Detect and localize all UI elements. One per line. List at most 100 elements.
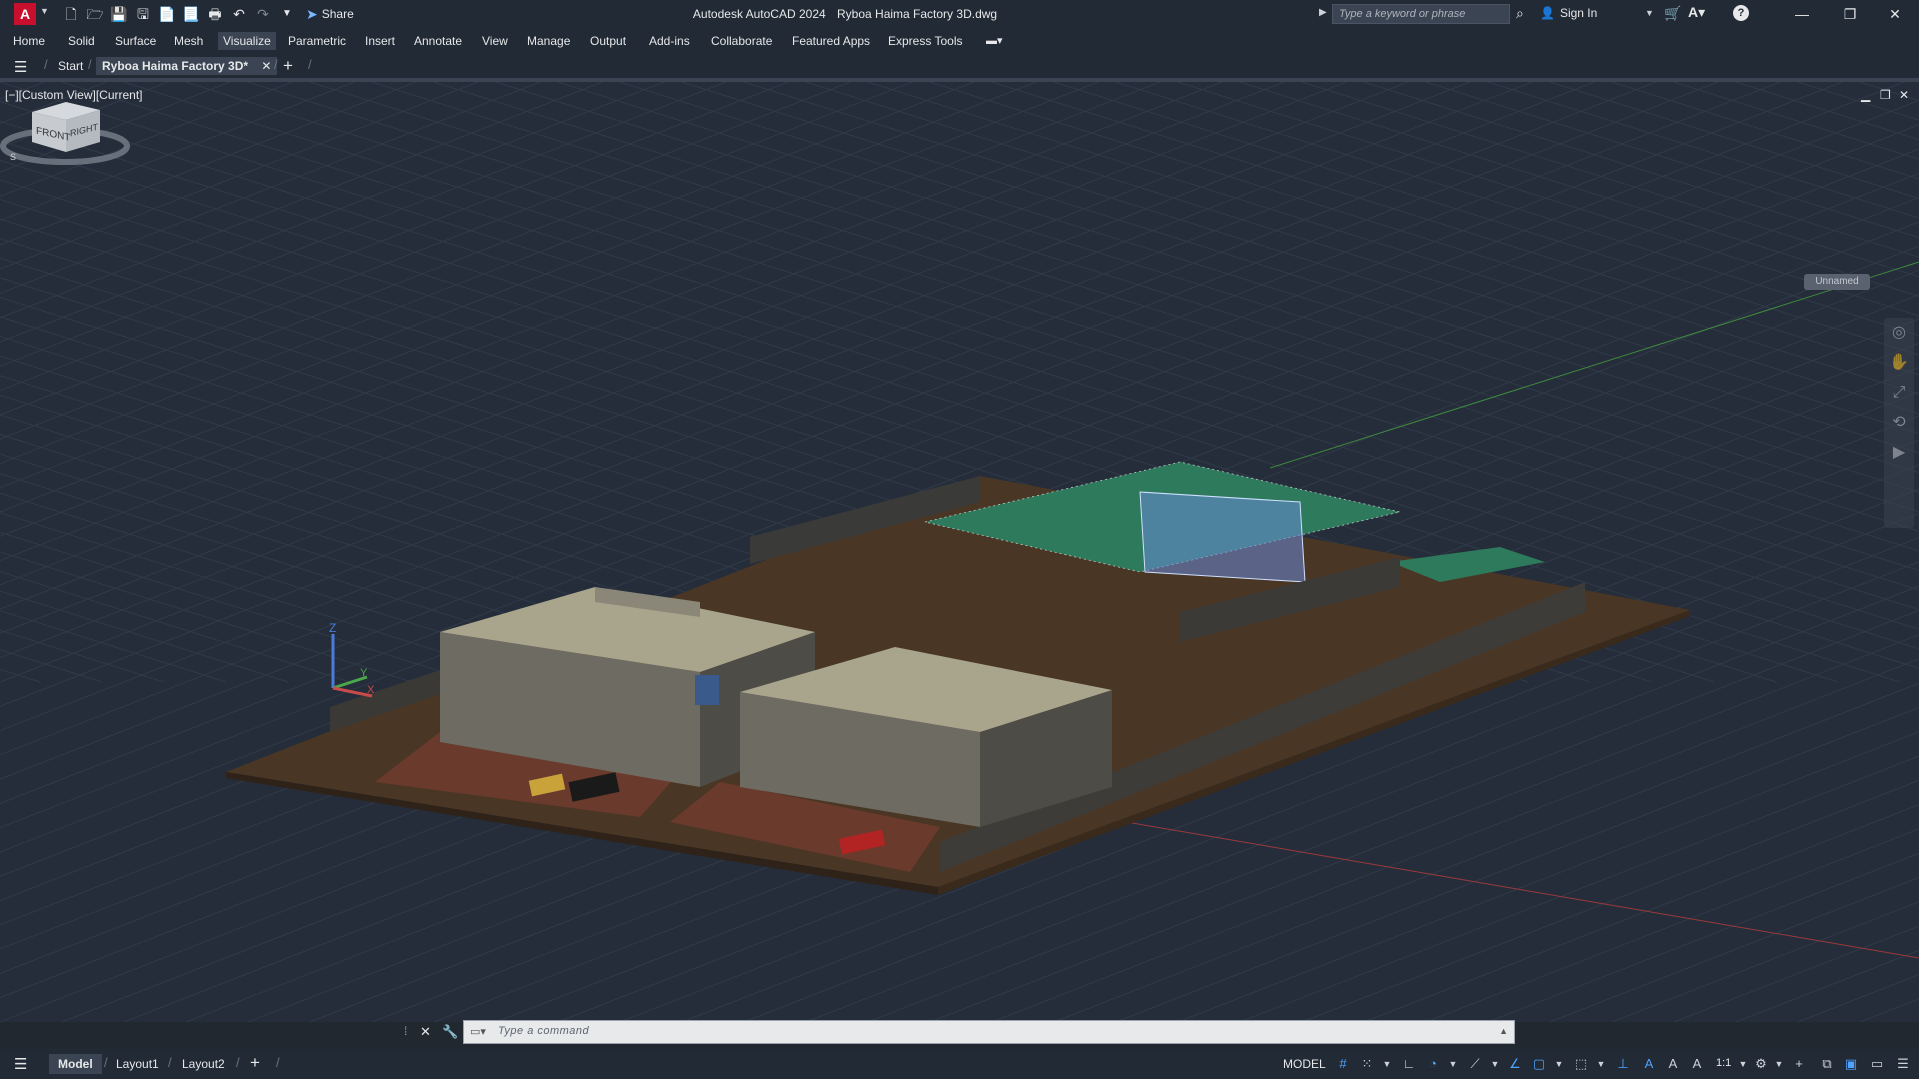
close-tab-icon[interactable]: ✕ — [261, 59, 271, 73]
grid-line — [1735, 949, 1919, 1022]
tab-view[interactable]: View — [477, 32, 513, 50]
viewcube-compass-s[interactable]: S — [10, 152, 16, 162]
sign-in-button[interactable]: 👤 Sign In — [1540, 6, 1597, 20]
tab-mesh[interactable]: Mesh — [169, 32, 208, 50]
tab-separator: / — [104, 1055, 108, 1070]
viewport-restore-icon[interactable]: ❐ — [1880, 88, 1891, 102]
tab-home[interactable]: Home — [8, 32, 50, 50]
tab-separator: / — [88, 57, 92, 72]
layout-menu-icon[interactable]: ☰ — [14, 1055, 27, 1073]
annotation-scale-icon[interactable]: A — [1688, 1055, 1706, 1073]
layout-tab-model[interactable]: Model — [49, 1054, 102, 1074]
ucs-z-label: Z — [329, 621, 336, 635]
app-name: Autodesk AutoCAD 2024 — [692, 7, 826, 21]
autodesk-app-store-icon[interactable]: A▾ — [1688, 4, 1705, 21]
command-line-grip-icon[interactable]: ⁞ — [404, 1024, 407, 1038]
zoom-extents-icon[interactable]: ⤢ — [1884, 378, 1914, 408]
tab-annotate[interactable]: Annotate — [409, 32, 467, 50]
process-equipment — [1139, 491, 1306, 583]
object-snap-menu-caret-icon[interactable]: ▼ — [1550, 1055, 1568, 1073]
workspace-menu-caret-icon[interactable]: ▼ — [1770, 1055, 1788, 1073]
3d-snap-menu-caret-icon[interactable]: ▼ — [1592, 1055, 1610, 1073]
workspace-gear-icon[interactable]: ⚙ — [1752, 1055, 1770, 1073]
sign-in-caret-icon[interactable]: ▼ — [1645, 8, 1654, 18]
command-line-close-icon[interactable]: ✕ — [420, 1024, 431, 1040]
annotation-visibility-icon[interactable]: A — [1640, 1055, 1658, 1073]
grid-line — [0, 82, 851, 416]
tab-solid[interactable]: Solid — [63, 32, 100, 50]
tab-express-tools[interactable]: Express Tools — [883, 32, 967, 50]
restore-icon[interactable]: ❐ — [1835, 4, 1865, 24]
add-layout-icon[interactable]: + — [250, 1053, 260, 1073]
status-bar: ☰ Model / Layout1 / Layout2 / + / MODEL … — [0, 1049, 1919, 1079]
help-icon[interactable]: ? — [1733, 5, 1749, 21]
tab-insert[interactable]: Insert — [360, 32, 400, 50]
grid-line — [0, 82, 603, 319]
orbit-icon[interactable]: ⟲ — [1884, 408, 1914, 438]
clean-screen-icon[interactable]: ▭ — [1868, 1055, 1886, 1073]
command-line-customize-icon[interactable]: 🔧 — [442, 1024, 458, 1040]
tab-separator: / — [274, 57, 278, 72]
grid-line — [1301, 779, 1919, 1022]
customization-menu-icon[interactable]: ☰ — [1894, 1055, 1912, 1073]
ortho-icon[interactable]: ∟ — [1400, 1055, 1418, 1073]
ribbon-minimize-icon[interactable]: ▬▾ — [986, 34, 1008, 48]
tab-collaborate[interactable]: Collaborate — [706, 32, 777, 50]
command-input[interactable]: ▭▾ Type a command ▲ — [463, 1020, 1515, 1044]
pan-icon[interactable]: ✋ — [1884, 348, 1914, 378]
search-input[interactable]: Type a keyword or phrase — [1332, 4, 1510, 24]
viewcube[interactable]: FRONT RIGHT S — [0, 82, 130, 182]
model-space-toggle[interactable]: MODEL — [1283, 1057, 1326, 1071]
viewport-minimize-icon[interactable]: ▁ — [1861, 88, 1870, 102]
showmotion-icon[interactable]: ▶ — [1884, 438, 1914, 468]
cart-icon[interactable]: 🛒 — [1664, 5, 1681, 22]
snap-menu-caret-icon[interactable]: ▼ — [1378, 1055, 1396, 1073]
ucs-x-label: X — [367, 684, 375, 696]
tab-parametric[interactable]: Parametric — [283, 32, 351, 50]
command-history-icon[interactable]: ▲ — [1499, 1026, 1508, 1036]
object-snap-tracking-icon[interactable]: ∠ — [1506, 1055, 1524, 1073]
layout-tab-layout1[interactable]: Layout1 — [116, 1057, 159, 1071]
tab-document[interactable]: Ryboa Haima Factory 3D* ✕ — [96, 57, 278, 75]
tab-add-ins[interactable]: Add-ins — [644, 32, 695, 50]
command-line: ⁞ ✕ 🔧 ▭▾ Type a command ▲ — [404, 1020, 1515, 1044]
tab-manage[interactable]: Manage — [522, 32, 575, 50]
auto-scale-icon[interactable]: A — [1664, 1055, 1682, 1073]
search-expand-icon[interactable]: ▶ — [1319, 7, 1327, 18]
object-snap-icon[interactable]: ▢ — [1530, 1055, 1548, 1073]
polar-tracking-icon[interactable]: ◔ — [1424, 1055, 1442, 1073]
steering-wheel-icon[interactable]: ◎ — [1884, 318, 1914, 348]
tab-visualize[interactable]: Visualize — [218, 32, 276, 50]
annotation-monitor-icon[interactable]: + — [1790, 1055, 1808, 1073]
recent-commands-icon[interactable]: ▭▾ — [470, 1025, 486, 1038]
isodraft-menu-caret-icon[interactable]: ▼ — [1486, 1055, 1504, 1073]
layout-tab-layout2[interactable]: Layout2 — [182, 1057, 225, 1071]
snap-icon[interactable]: ⁙ — [1358, 1055, 1376, 1073]
ucs-menu-badge[interactable]: Unnamed — [1804, 274, 1870, 290]
grid-line — [0, 82, 231, 173]
search-icon[interactable]: ⌕ — [1516, 5, 1524, 22]
model-space-canvas: Z Y X — [0, 82, 1919, 1022]
3d-object-snap-icon[interactable]: ⬚ — [1572, 1055, 1590, 1073]
ucs-y-label: Y — [360, 667, 368, 679]
tab-start[interactable]: Start — [58, 57, 83, 75]
polar-menu-caret-icon[interactable]: ▼ — [1444, 1055, 1462, 1073]
ribbon-tab-bar: Home Solid Surface Mesh Visualize Parame… — [0, 28, 1919, 54]
scale-menu-caret-icon[interactable]: ▼ — [1734, 1055, 1752, 1073]
grid-icon[interactable]: # — [1334, 1055, 1352, 1073]
isolate-objects-icon[interactable]: ⧉ — [1818, 1055, 1836, 1073]
hardware-acceleration-icon[interactable]: ▣ — [1842, 1055, 1860, 1073]
viewport-close-icon[interactable]: ✕ — [1899, 88, 1909, 102]
minimize-icon[interactable]: — — [1787, 4, 1817, 24]
new-tab-button[interactable]: + — [283, 57, 293, 75]
isodraft-icon[interactable]: ⟋ — [1466, 1055, 1484, 1073]
hamburger-menu-icon[interactable]: ☰ — [14, 58, 27, 76]
dynamic-ucs-icon[interactable]: ⊥ — [1614, 1055, 1632, 1073]
close-icon[interactable]: ✕ — [1880, 4, 1910, 24]
tab-output[interactable]: Output — [585, 32, 631, 50]
tab-surface[interactable]: Surface — [110, 32, 161, 50]
drawing-viewport[interactable]: Z Y X [−][Custom View][Current] ▁ ❐ ✕ FR… — [0, 82, 1919, 1022]
annotation-scale-value[interactable]: 1:1 — [1716, 1057, 1731, 1069]
grid-line — [0, 82, 355, 222]
tab-featured-apps[interactable]: Featured Apps — [787, 32, 875, 50]
